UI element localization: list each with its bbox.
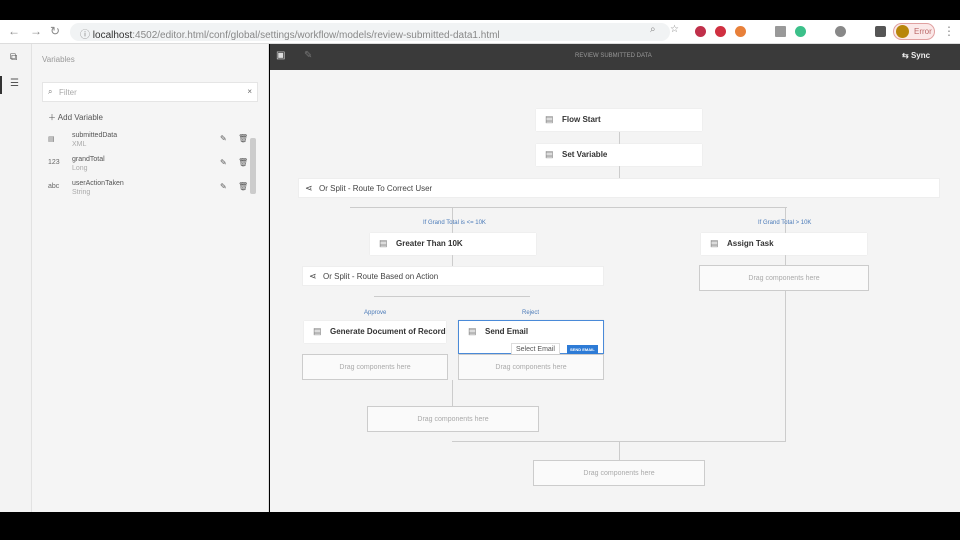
- sync-label: Sync: [910, 51, 931, 60]
- search-icon[interactable]: ⌕: [650, 24, 656, 35]
- url-host: localhost: [92, 30, 133, 41]
- extension-icon[interactable]: [735, 26, 746, 37]
- split-icon: ⋖: [305, 183, 313, 193]
- scrollbar[interactable]: [250, 138, 256, 194]
- list-icon[interactable]: ☰: [10, 78, 19, 89]
- back-icon[interactable]: ←: [8, 24, 20, 38]
- add-variable-button[interactable]: ＋ Add Variable: [48, 112, 103, 123]
- plus-icon: ＋: [48, 113, 58, 122]
- document-icon: ▤: [313, 326, 322, 336]
- assign-task-node[interactable]: ▤ Assign Task: [701, 233, 867, 255]
- variable-item[interactable]: 123 grandTotal Long ✎ 🗑: [46, 156, 256, 180]
- node-label: Greater Than 10K: [396, 239, 463, 248]
- side-rail: ⧉ ☰: [0, 44, 32, 512]
- node-label: Set Variable: [562, 150, 608, 159]
- sync-icon: ⇆: [902, 51, 911, 60]
- delete-icon[interactable]: 🗑: [238, 134, 248, 143]
- workflow-canvas: ▤ Flow Start ▤ Set Variable ⋖ Or Split - Ro…: [270, 70, 960, 512]
- split-icon: ⋖: [309, 271, 317, 281]
- menu-icon[interactable]: ⋮: [943, 24, 955, 38]
- active-indicator: [0, 76, 2, 94]
- node-label: Send Email: [485, 327, 529, 336]
- or-split-route-user[interactable]: ⋖ Or Split - Route To Correct User: [298, 178, 940, 198]
- extensions-puzzle-icon[interactable]: [875, 26, 886, 37]
- browser-toolbar: ← → ↻ ⓘ localhost:4502/editor.html/conf/…: [0, 20, 960, 44]
- copy-icon[interactable]: ⧉: [10, 52, 17, 63]
- delete-icon[interactable]: 🗑: [238, 182, 248, 191]
- variable-name: grandTotal: [72, 156, 105, 163]
- set-variable-icon: ▤: [545, 149, 554, 159]
- branch-condition: If Grand Total > 10K: [758, 220, 812, 226]
- node-label: Flow Start: [562, 115, 601, 124]
- edit-mode-icon[interactable]: ✎: [304, 50, 312, 61]
- reload-icon[interactable]: ↻: [50, 24, 60, 38]
- greater-than-10k-node[interactable]: ▤ Greater Than 10K: [370, 233, 536, 255]
- send-email-node[interactable]: ▤ Send Email Select Email SEND EMAIL: [458, 320, 604, 356]
- component-badge: SEND EMAIL: [567, 345, 598, 354]
- branch-condition: Approve: [364, 310, 387, 316]
- extension-icon[interactable]: [835, 26, 846, 37]
- editor-toolbar: ▣ ✎ REVIEW SUBMITTED DATA ⇆ Sync: [270, 44, 960, 70]
- extension-icon[interactable]: [715, 26, 726, 37]
- branch-condition: If Grand Total is <= 10K: [423, 220, 486, 226]
- edit-icon[interactable]: ✎: [220, 158, 227, 167]
- avatar: [896, 25, 909, 38]
- node-label: Assign Task: [727, 239, 774, 248]
- node-label: Generate Document of Record: [330, 327, 446, 336]
- edit-icon[interactable]: ✎: [220, 134, 227, 143]
- variable-type: String: [72, 189, 91, 196]
- generate-dor-node[interactable]: ▤ Generate Document of Record: [304, 321, 446, 343]
- drop-zone[interactable]: Drag components here: [533, 460, 705, 486]
- drop-zone[interactable]: Drag components here: [458, 354, 604, 380]
- drop-zone[interactable]: Drag components here: [699, 265, 869, 291]
- task-icon: ▤: [710, 238, 719, 248]
- forward-icon[interactable]: →: [30, 24, 42, 38]
- variable-type: XML: [72, 141, 87, 148]
- edit-icon[interactable]: ✎: [220, 182, 227, 191]
- extension-icon[interactable]: [795, 26, 806, 37]
- url-path: :4502/editor.html/conf/global/settings/w…: [132, 30, 500, 41]
- set-variable-node[interactable]: ▤ Set Variable: [536, 144, 702, 166]
- split-label: Or Split - Route To Correct User: [319, 184, 433, 193]
- variables-panel: Variables ⌕ Filter × ＋ Add Variable ▤ submi…: [32, 44, 269, 512]
- variable-type: Long: [72, 165, 88, 172]
- number-icon: 123: [48, 159, 60, 166]
- search-icon: ⌕: [48, 87, 53, 96]
- clear-icon[interactable]: ×: [247, 87, 252, 96]
- extension-icon[interactable]: [775, 26, 786, 37]
- profile-label: Error: [914, 27, 932, 36]
- flow-start-icon: ▤: [545, 114, 554, 124]
- or-split-route-action[interactable]: ⋖ Or Split - Route Based on Action: [302, 266, 604, 286]
- variable-name: userActionTaken: [72, 180, 124, 187]
- variable-item[interactable]: abc userActionTaken String ✎ 🗑: [46, 180, 256, 204]
- email-icon: ▤: [468, 326, 477, 336]
- address-bar[interactable]: ⓘ localhost:4502/editor.html/conf/global…: [70, 23, 670, 41]
- panel-toggle-icon[interactable]: ▣: [276, 50, 285, 61]
- filter-placeholder: Filter: [59, 88, 77, 97]
- variable-name: submittedData: [72, 132, 118, 139]
- variable-item[interactable]: ▤ submittedData XML ✎ 🗑: [46, 132, 256, 156]
- add-variable-label: Add Variable: [57, 113, 103, 122]
- workflow-title: REVIEW SUBMITTED DATA: [575, 53, 652, 59]
- drop-zone[interactable]: Drag components here: [302, 354, 448, 380]
- profile-button[interactable]: Error: [893, 23, 935, 40]
- panel-title: Variables: [42, 55, 75, 64]
- sync-button[interactable]: ⇆ Sync: [902, 51, 930, 60]
- xml-icon: ▤: [48, 136, 55, 143]
- string-icon: abc: [48, 183, 60, 190]
- task-icon: ▤: [379, 238, 388, 248]
- delete-icon[interactable]: 🗑: [238, 158, 248, 167]
- filter-input[interactable]: ⌕ Filter ×: [42, 82, 258, 102]
- extension-icon[interactable]: [695, 26, 706, 37]
- branch-condition: Reject: [522, 310, 540, 316]
- drop-zone[interactable]: Drag components here: [367, 406, 539, 432]
- star-icon[interactable]: ☆: [670, 24, 679, 35]
- flow-start-node[interactable]: ▤ Flow Start: [536, 109, 702, 131]
- split-label: Or Split - Route Based on Action: [323, 272, 439, 281]
